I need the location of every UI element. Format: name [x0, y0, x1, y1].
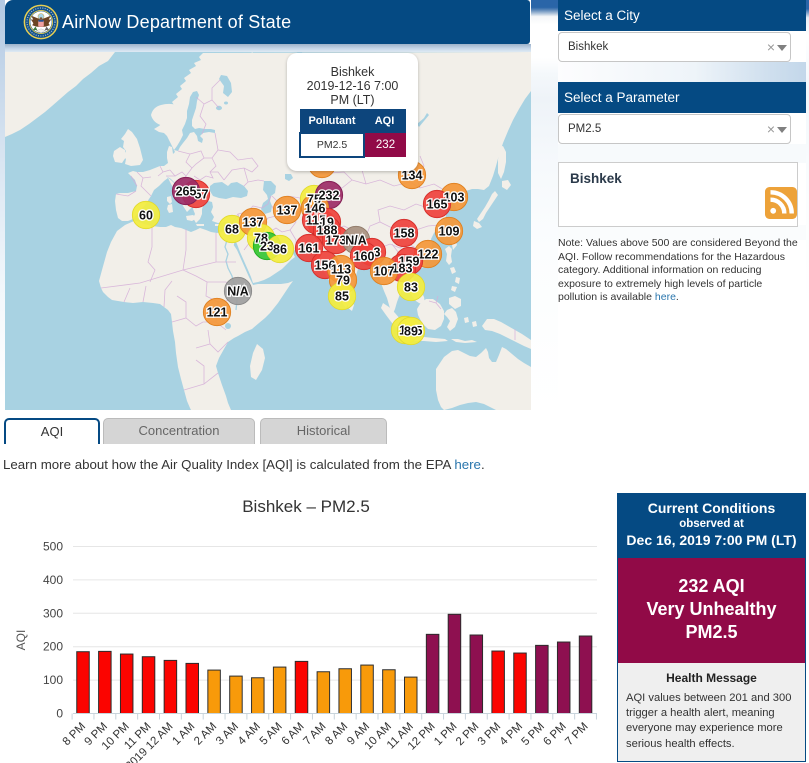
svg-text:Bishkek – PM2.5: Bishkek – PM2.5 — [242, 497, 370, 516]
svg-text:137: 137 — [243, 216, 264, 230]
svg-text:5 PM: 5 PM — [520, 721, 547, 748]
svg-text:6 PM: 6 PM — [541, 721, 568, 748]
svg-text:AQI: AQI — [14, 630, 28, 651]
svg-text:232: 232 — [319, 189, 340, 203]
svg-text:109: 109 — [439, 225, 460, 239]
svg-text:86: 86 — [273, 243, 287, 257]
svg-text:2 AM: 2 AM — [192, 721, 219, 748]
svg-text:57: 57 — [195, 188, 209, 202]
svg-text:3 AM: 3 AM — [214, 721, 241, 748]
svg-text:200: 200 — [43, 640, 63, 654]
svg-text:4 PM: 4 PM — [498, 721, 525, 748]
svg-text:265: 265 — [176, 185, 197, 199]
svg-text:107: 107 — [374, 265, 395, 279]
svg-text:6 AM: 6 AM — [280, 721, 307, 748]
svg-text:N/A: N/A — [345, 234, 367, 248]
svg-text:0: 0 — [56, 707, 63, 721]
svg-text:161: 161 — [299, 242, 320, 256]
svg-text:8 PM: 8 PM — [61, 721, 88, 748]
svg-text:23: 23 — [260, 240, 274, 254]
svg-text:68: 68 — [225, 223, 239, 237]
svg-text:300: 300 — [43, 606, 63, 620]
svg-text:8 AM: 8 AM — [323, 721, 350, 748]
svg-text:3: 3 — [374, 246, 381, 260]
svg-text:173: 173 — [326, 234, 347, 248]
svg-text:5 AM: 5 AM — [258, 721, 285, 748]
svg-text:183: 183 — [392, 262, 413, 276]
svg-text:4 AM: 4 AM — [236, 721, 263, 748]
svg-text:100: 100 — [43, 673, 63, 687]
svg-text:79: 79 — [336, 274, 350, 288]
svg-text:7 PM: 7 PM — [563, 721, 590, 748]
svg-text:137: 137 — [277, 204, 298, 218]
svg-text:7 AM: 7 AM — [301, 721, 328, 748]
svg-text:1 AM: 1 AM — [170, 721, 197, 748]
svg-text:89: 89 — [404, 325, 418, 339]
svg-text:158: 158 — [394, 227, 415, 241]
svg-text:400: 400 — [43, 573, 63, 587]
svg-text:122: 122 — [418, 248, 439, 262]
svg-text:1 PM: 1 PM — [432, 721, 459, 748]
svg-text:85: 85 — [335, 290, 349, 304]
svg-text:165: 165 — [427, 198, 448, 212]
svg-text:121: 121 — [207, 306, 228, 320]
svg-text:2 PM: 2 PM — [454, 721, 481, 748]
svg-text:N/A: N/A — [227, 285, 249, 299]
svg-text:3 PM: 3 PM — [476, 721, 503, 748]
svg-text:500: 500 — [43, 540, 63, 554]
svg-text:83: 83 — [404, 281, 418, 295]
svg-text:60: 60 — [139, 209, 153, 223]
svg-text:160: 160 — [354, 250, 375, 264]
